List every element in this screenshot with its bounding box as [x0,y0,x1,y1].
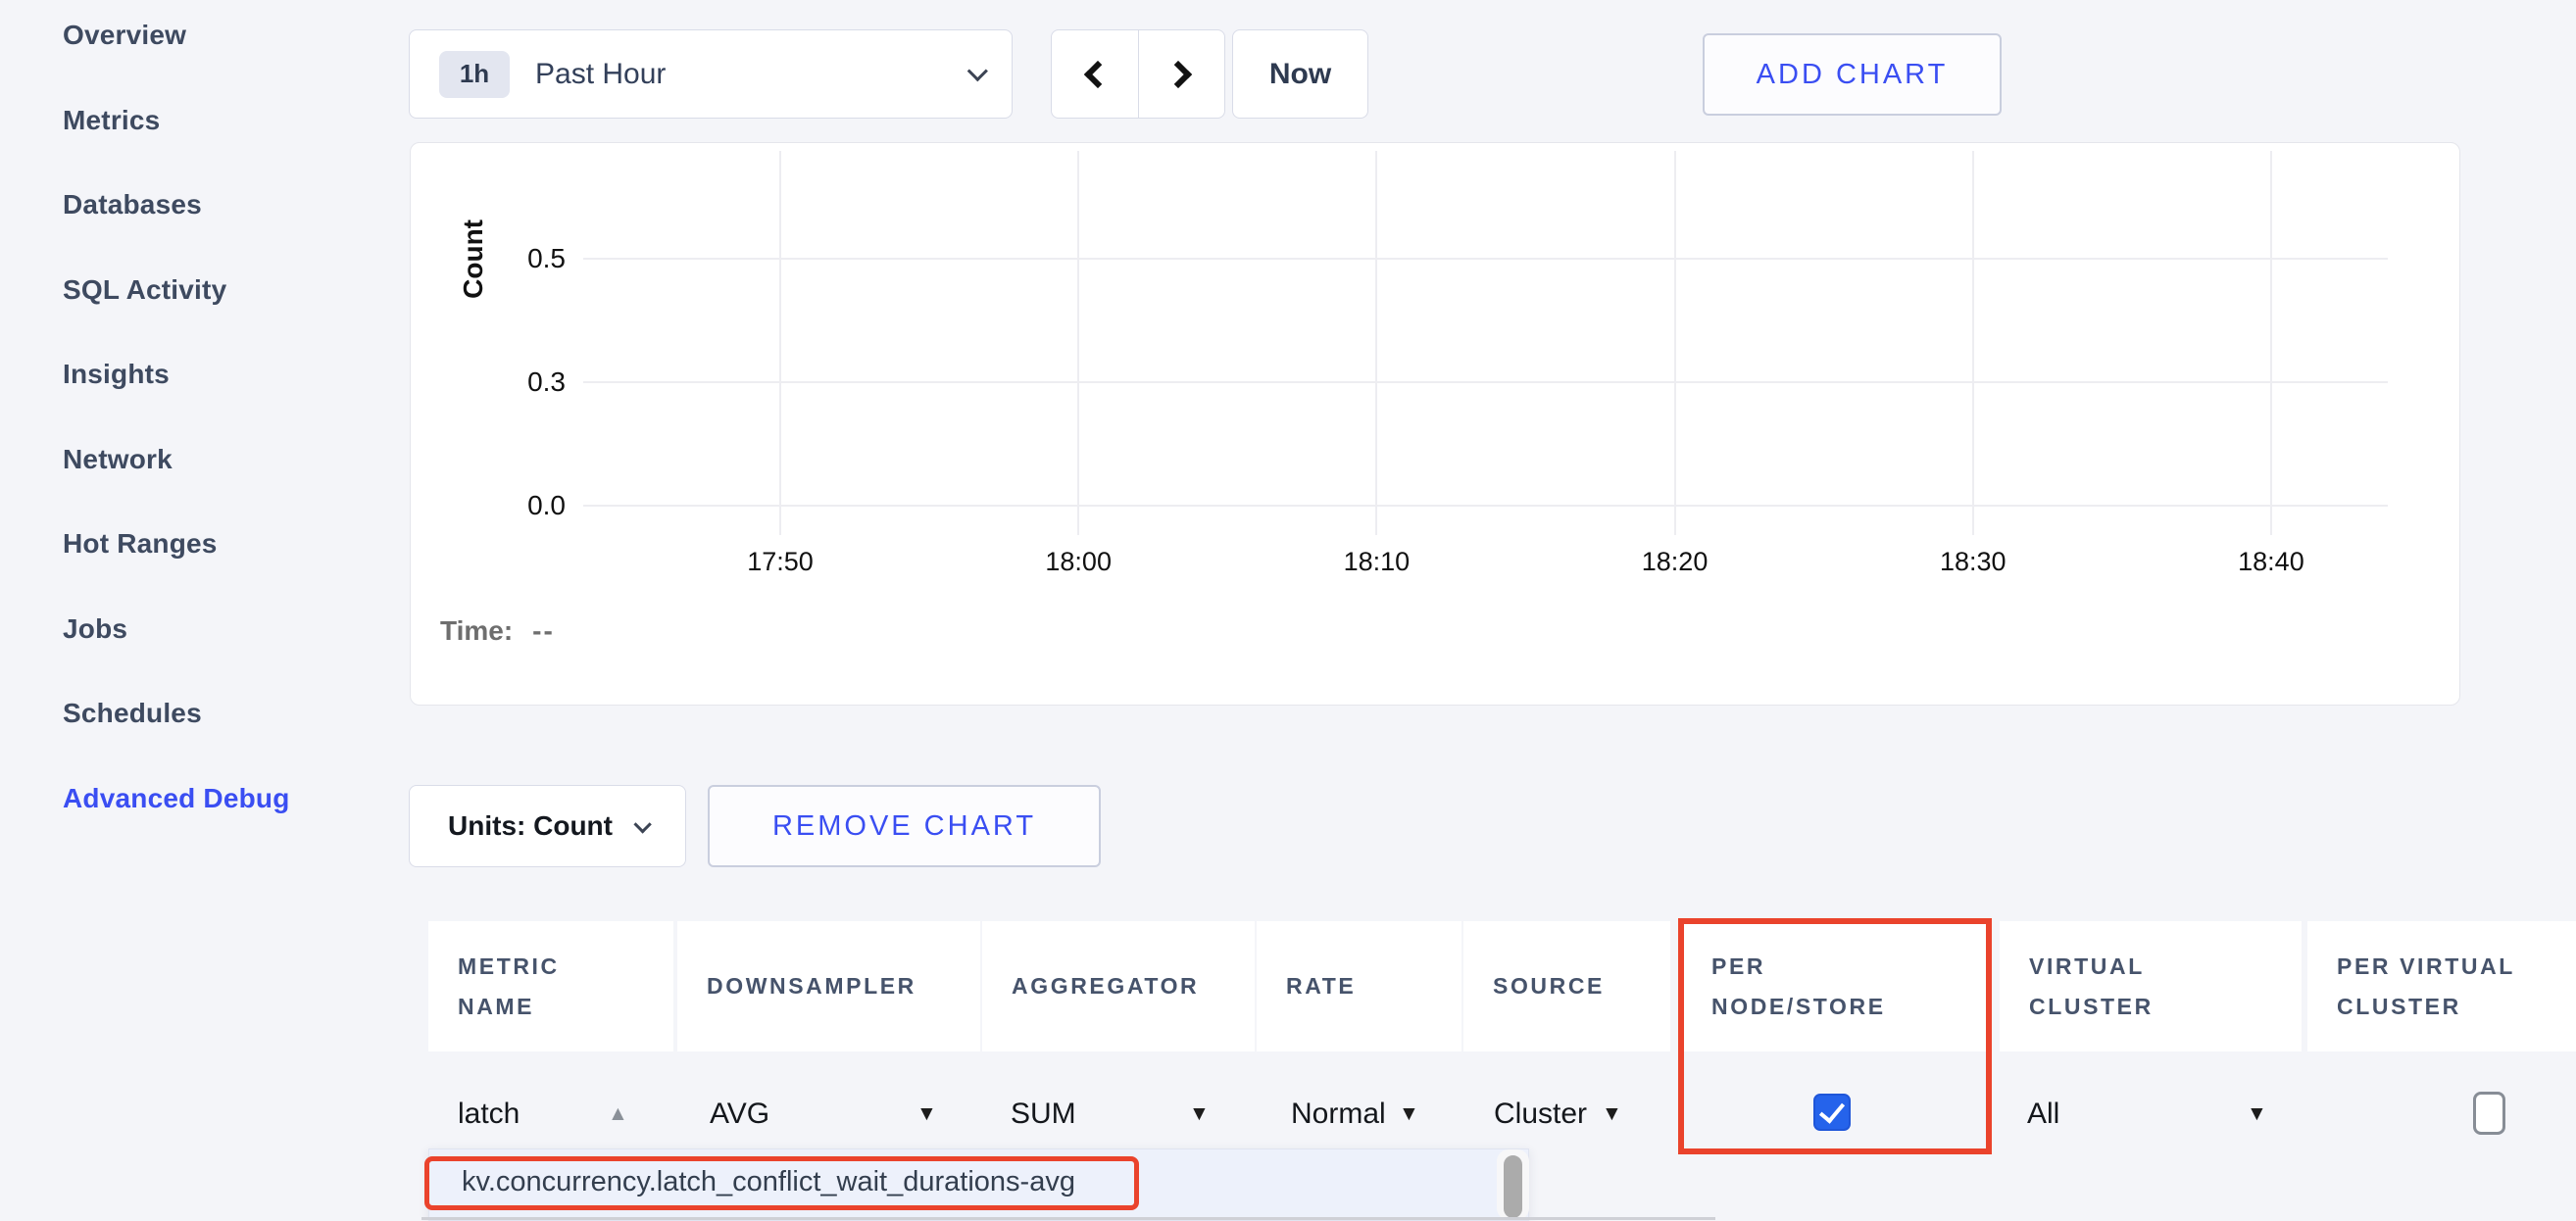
sidebar-item[interactable]: Schedules [63,671,386,757]
hover-time-readout: Time: -- [440,615,555,647]
chevron-down-icon [967,61,988,81]
header-label: METRIC NAME [458,947,615,1026]
time-range-dropdown[interactable]: 1h Past Hour [409,29,1013,119]
sidebar-item[interactable]: Advanced Debug [63,757,386,842]
time-step-buttons [1051,29,1225,119]
header-label: RATE [1286,966,1461,1005]
x-axis-ticks: 17:50 18:00 18:10 18:20 [780,151,2271,535]
downsampler-select[interactable]: AVG [710,1098,769,1131]
rate-select[interactable]: Normal [1291,1098,1386,1131]
add-chart-button[interactable]: ADD CHART [1703,33,2002,116]
metric-table-header-cell: PER VIRTUAL CLUSTER [2307,921,2576,1051]
remove-chart-button[interactable]: REMOVE CHART [708,785,1101,867]
x-tick-label: 18:30 [1940,547,2006,577]
advanced-debug-custom-chart-page: Overview Metrics Databases SQL Activity … [0,0,2576,1221]
triangle-down-icon[interactable]: ▼ [2247,1103,2267,1124]
dropdown-next-item-edge [421,1217,1715,1220]
now-button[interactable]: Now [1232,29,1368,119]
x-tick-label: 18:40 [2238,547,2304,577]
sidebar-item-label: SQL Activity [63,274,226,306]
sidebar-item-label: Insights [63,359,170,390]
sidebar: Overview Metrics Databases SQL Activity … [63,0,386,841]
triangle-down-icon[interactable]: ▼ [916,1103,937,1124]
metric-table-header-cell: RATE [1257,921,1461,1051]
virtual-cluster-select[interactable]: All [2027,1098,2059,1131]
time-range-badge: 1h [439,51,510,98]
sidebar-item[interactable]: SQL Activity [63,248,386,333]
sidebar-item-label: Network [63,444,173,475]
sidebar-item[interactable]: Hot Ranges [63,502,386,587]
time-label: Time: [440,615,513,646]
header-label: AGGREGATOR [1012,966,1255,1005]
sidebar-item-label: Schedules [63,698,202,729]
source-select[interactable]: Cluster [1494,1098,1587,1131]
x-tick-label: 18:20 [1642,547,1709,577]
header-label: VIRTUAL CLUSTER [2029,947,2225,1026]
sidebar-item[interactable]: Network [63,417,386,503]
header-label: SOURCE [1493,966,1670,1005]
vertical-gridline [1375,151,1377,535]
sidebar-item[interactable]: Databases [63,163,386,248]
per-virtual-cluster-checkbox[interactable] [2473,1092,2505,1135]
sidebar-item[interactable]: Metrics [63,78,386,164]
annotation-box-per-node-store [1678,918,1992,1154]
metric-table-header-cell: METRIC NAME [428,921,673,1051]
header-label: PER VIRTUAL CLUSTER [2337,947,2576,1026]
chevron-right-icon [1164,60,1192,87]
dropdown-scrollbar-thumb[interactable] [1504,1155,1522,1218]
triangle-up-icon[interactable]: ▲ [608,1103,628,1124]
vertical-gridline [2270,151,2272,535]
sidebar-item-label: Hot Ranges [63,528,218,560]
annotation-box-suggestion [424,1156,1139,1210]
header-label: DOWNSAMPLER [707,966,980,1005]
vertical-gridline [1972,151,1974,535]
x-tick-label: 18:00 [1045,547,1112,577]
sidebar-item[interactable]: Jobs [63,587,386,672]
y-tick-label: 0.5 [507,243,566,274]
metric-name-input[interactable]: latch [458,1098,520,1131]
sidebar-item-label: Metrics [63,105,160,136]
sidebar-item-label: Advanced Debug [63,783,290,814]
time-range-label: Past Hour [535,58,666,91]
sidebar-item[interactable]: Overview [63,0,386,78]
triangle-down-icon[interactable]: ▼ [1602,1103,1622,1124]
x-tick-label: 18:10 [1344,547,1411,577]
sidebar-item-label: Databases [63,189,202,220]
metric-table-header-cell: AGGREGATOR [982,921,1255,1051]
time-value: -- [532,615,555,646]
chevron-down-icon [633,815,651,833]
triangle-down-icon[interactable]: ▼ [1189,1103,1210,1124]
y-axis-title: Count [458,220,489,299]
aggregator-select[interactable]: SUM [1011,1098,1076,1131]
time-next-button[interactable] [1138,30,1225,118]
sidebar-item[interactable]: Insights [63,332,386,417]
vertical-gridline [779,151,781,535]
sidebar-item-label: Jobs [63,613,127,645]
x-tick-label: 17:50 [747,547,814,577]
units-label: Units: Count [448,810,613,842]
vertical-gridline [1674,151,1676,535]
metric-table-header-cell: SOURCE [1463,921,1670,1051]
metric-table-header-cell: VIRTUAL CLUSTER [2000,921,2302,1051]
sidebar-item-label: Overview [63,20,186,51]
vertical-gridline [1077,151,1079,535]
y-tick-label: 0.0 [507,490,566,521]
chevron-left-icon [1084,60,1112,87]
triangle-down-icon[interactable]: ▼ [1399,1103,1419,1124]
units-dropdown[interactable]: Units: Count [409,785,686,867]
time-prev-button[interactable] [1052,30,1138,118]
y-tick-label: 0.3 [507,366,566,398]
custom-chart-panel[interactable]: Count 0.5 0.3 0.0 [410,142,2460,706]
metric-table-header-cell: DOWNSAMPLER [677,921,980,1051]
